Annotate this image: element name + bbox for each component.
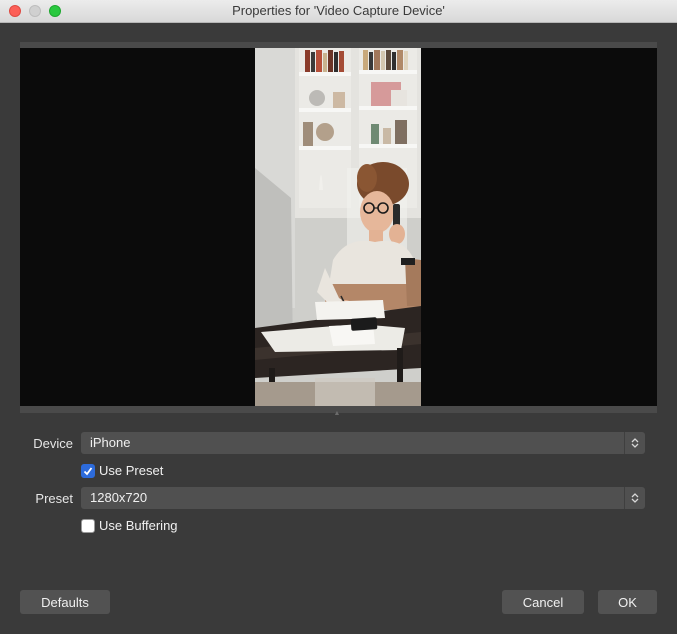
use-preset-label[interactable]: Use Preset [99, 463, 163, 478]
cancel-button[interactable]: Cancel [502, 590, 584, 614]
defaults-button[interactable]: Defaults [20, 590, 110, 614]
splitter-handle-icon[interactable]: ▲ [333, 410, 341, 417]
use-buffering-checkbox[interactable] [81, 519, 95, 533]
use-buffering-label[interactable]: Use Buffering [99, 518, 178, 533]
title-bar[interactable]: Properties for 'Video Capture Device' [0, 0, 677, 23]
ok-button[interactable]: OK [598, 590, 657, 614]
use-preset-checkbox[interactable] [81, 464, 95, 478]
preset-label: Preset [35, 491, 73, 506]
preset-select[interactable]: 1280x720 [81, 487, 645, 509]
window-title: Properties for 'Video Capture Device' [232, 3, 445, 18]
preset-select-value: 1280x720 [90, 490, 148, 505]
device-select[interactable]: iPhone [81, 432, 645, 454]
chevron-up-down-icon [624, 487, 645, 509]
device-select-value: iPhone [90, 435, 131, 450]
chevron-up-down-icon [624, 432, 645, 454]
video-preview [20, 48, 657, 406]
camera-feed-image [255, 48, 421, 406]
device-label: Device [33, 436, 73, 451]
properties-window: Properties for 'Video Capture Device' ▲ … [0, 0, 677, 634]
checkmark-icon [83, 467, 93, 476]
